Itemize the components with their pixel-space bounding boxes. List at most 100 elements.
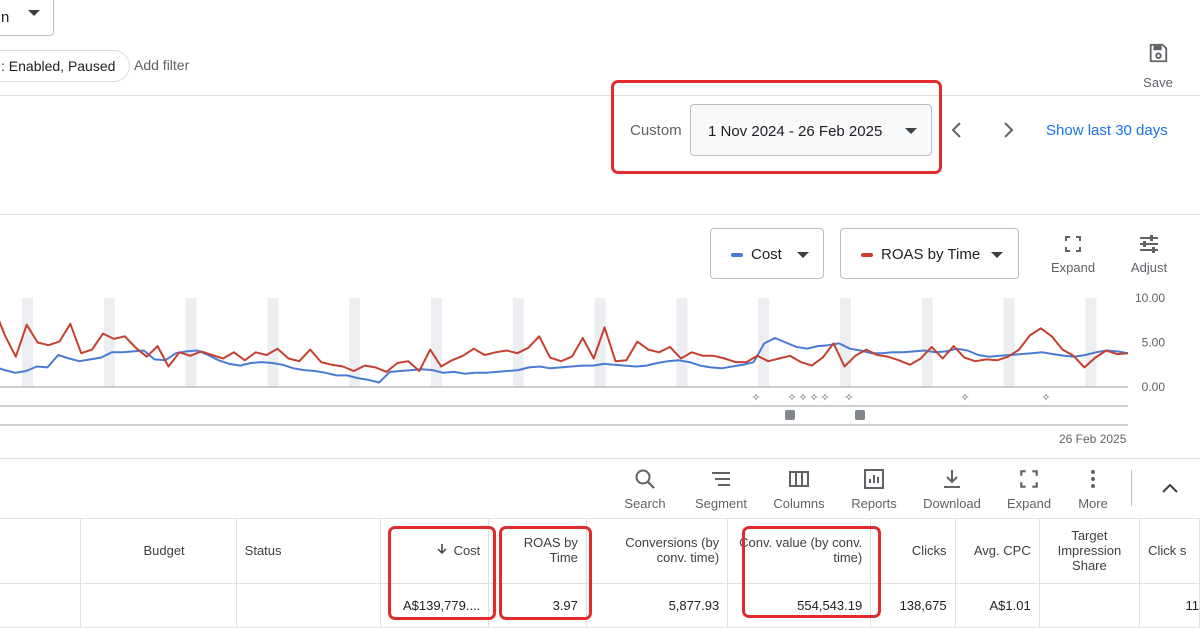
metric-cost-dropdown[interactable]: Cost bbox=[710, 228, 824, 279]
change-history-icon: ✧ bbox=[787, 391, 796, 404]
add-filter-link[interactable]: Add filter bbox=[134, 57, 189, 73]
change-history-icon: ✧ bbox=[751, 391, 760, 404]
weekend-band bbox=[676, 298, 688, 387]
header-budget[interactable]: Budget bbox=[80, 518, 237, 584]
cell-clicks: 138,675 bbox=[870, 583, 956, 628]
change-history-icon: ✧ bbox=[798, 391, 807, 404]
header-avg-cpc[interactable]: Avg. CPC bbox=[955, 518, 1040, 584]
change-history-icon: ✧ bbox=[809, 391, 818, 404]
cell-conversions: 5,877.93 bbox=[586, 583, 729, 628]
search-button[interactable]: Search bbox=[610, 468, 680, 511]
previous-period-icon[interactable] bbox=[947, 120, 967, 140]
divider bbox=[0, 214, 1200, 215]
campaign-dropdown[interactable]: n bbox=[0, 0, 54, 36]
table-expand-label: Expand bbox=[1006, 496, 1052, 511]
chevron-down-icon bbox=[991, 252, 1003, 258]
weekend-band bbox=[103, 298, 115, 387]
weekend-band bbox=[185, 298, 197, 387]
search-label: Search bbox=[624, 496, 666, 511]
roas-series-line bbox=[0, 320, 1129, 373]
roas-swatch bbox=[861, 253, 873, 257]
chevron-down-icon bbox=[797, 252, 809, 258]
cell-target-impression-share bbox=[1039, 583, 1141, 628]
header-status-label: Status bbox=[244, 542, 282, 558]
table-expand-button[interactable]: Expand bbox=[994, 468, 1064, 511]
chevron-up-icon[interactable] bbox=[1160, 480, 1180, 496]
weekend-band bbox=[267, 298, 279, 387]
weekend-band bbox=[1003, 298, 1015, 387]
header-avg-cpc-label: Avg. CPC bbox=[973, 542, 1031, 558]
download-button[interactable]: Download bbox=[917, 468, 987, 511]
cost-swatch bbox=[731, 253, 743, 257]
header-target-impression-share-label: Target Impression Share bbox=[1057, 527, 1122, 573]
date-range-dropdown[interactable]: 1 Nov 2024 - 26 Feb 2025 bbox=[690, 104, 932, 156]
status-filter-chip[interactable]: : Enabled, Paused bbox=[0, 50, 131, 82]
header-clicks[interactable]: Clicks bbox=[870, 518, 956, 584]
metric-roas-label: ROAS by Time bbox=[881, 246, 981, 263]
header-conversions[interactable]: Conversions (by conv. time) bbox=[586, 518, 729, 584]
performance-chart: ✧ ✧ ✧ ✧ ✧ ✧ ✧ ✧ 10.005.000.00 bbox=[0, 291, 1166, 426]
cell-click-share: 11 bbox=[1139, 583, 1200, 628]
weekend-band bbox=[921, 298, 933, 387]
reports-button[interactable]: Reports bbox=[839, 468, 909, 511]
download-icon bbox=[944, 470, 960, 488]
change-history-icon: ✧ bbox=[820, 391, 829, 404]
segment-icon bbox=[712, 472, 730, 486]
next-period-icon[interactable] bbox=[998, 120, 1018, 140]
metric-cost-label: Cost bbox=[751, 246, 782, 263]
weekend-band bbox=[1085, 298, 1097, 387]
chevron-down-icon bbox=[28, 10, 40, 16]
roas-column-highlight bbox=[499, 526, 592, 620]
weekend-band bbox=[349, 298, 361, 387]
chart-expand-button[interactable]: Expand bbox=[1046, 234, 1100, 275]
expand-icon bbox=[1065, 236, 1081, 252]
chart-adjust-button[interactable]: Adjust bbox=[1124, 234, 1174, 275]
cost-column-highlight bbox=[388, 526, 496, 620]
status-filter-chip-label: : Enabled, Paused bbox=[1, 58, 116, 74]
annotation-note-icon bbox=[785, 410, 795, 420]
cell-name bbox=[0, 583, 82, 628]
header-status[interactable]: Status bbox=[236, 518, 381, 584]
search-icon bbox=[635, 469, 655, 489]
download-label: Download bbox=[923, 496, 981, 511]
header-budget-label: Budget bbox=[143, 542, 185, 558]
y-tick-label: 0.00 bbox=[1142, 380, 1166, 394]
change-history-icon: ✧ bbox=[960, 391, 969, 404]
date-range-value: 1 Nov 2024 - 26 Feb 2025 bbox=[708, 123, 883, 140]
weekend-band bbox=[431, 298, 442, 387]
chart-end-date-label: 26 Feb 2025 bbox=[1059, 432, 1127, 446]
conv-value-column-highlight bbox=[742, 526, 881, 618]
campaign-dropdown-value: n bbox=[1, 9, 10, 26]
chart-expand-label: Expand bbox=[1050, 260, 1096, 275]
save-label: Save bbox=[1143, 75, 1173, 90]
chart-adjust-label: Adjust bbox=[1130, 260, 1168, 275]
toolbar-separator bbox=[1131, 470, 1132, 506]
table-header-row: Budget Status Cost ROAS by Time Conversi… bbox=[0, 518, 1200, 584]
divider bbox=[0, 458, 1200, 459]
header-click-share[interactable]: Click s bbox=[1139, 518, 1200, 584]
columns-button[interactable]: Columns bbox=[764, 468, 834, 511]
y-tick-label: 5.00 bbox=[1142, 336, 1166, 350]
change-history-icon: ✧ bbox=[1041, 391, 1050, 404]
expand-icon bbox=[1020, 470, 1038, 488]
weekend-band bbox=[22, 298, 33, 387]
header-target-impression-share[interactable]: Target Impression Share bbox=[1039, 518, 1141, 584]
date-range-type: Custom bbox=[630, 122, 682, 139]
table-row[interactable]: A$139,779.... 3.97 5,877.93 554,543.19 1… bbox=[0, 583, 1200, 628]
more-button[interactable]: More bbox=[1058, 468, 1128, 511]
metric-roas-dropdown[interactable]: ROAS by Time bbox=[840, 228, 1019, 279]
sliders-icon bbox=[1140, 235, 1158, 253]
cell-budget bbox=[80, 583, 237, 628]
save-icon bbox=[1149, 43, 1168, 63]
chevron-down-icon bbox=[905, 128, 917, 134]
more-vertical-icon bbox=[1091, 470, 1095, 488]
header-click-share-label: Click s bbox=[1148, 542, 1187, 558]
columns-icon bbox=[789, 471, 809, 487]
header-name bbox=[0, 518, 82, 584]
segment-button[interactable]: Segment bbox=[686, 468, 756, 511]
header-conversions-label: Conversions (by conv. time) bbox=[625, 535, 720, 566]
campaign-table: Budget Status Cost ROAS by Time Conversi… bbox=[0, 518, 1200, 628]
save-button[interactable]: Save bbox=[1138, 42, 1178, 90]
divider bbox=[0, 95, 1200, 96]
show-last-30-days-link[interactable]: Show last 30 days bbox=[1046, 122, 1168, 139]
